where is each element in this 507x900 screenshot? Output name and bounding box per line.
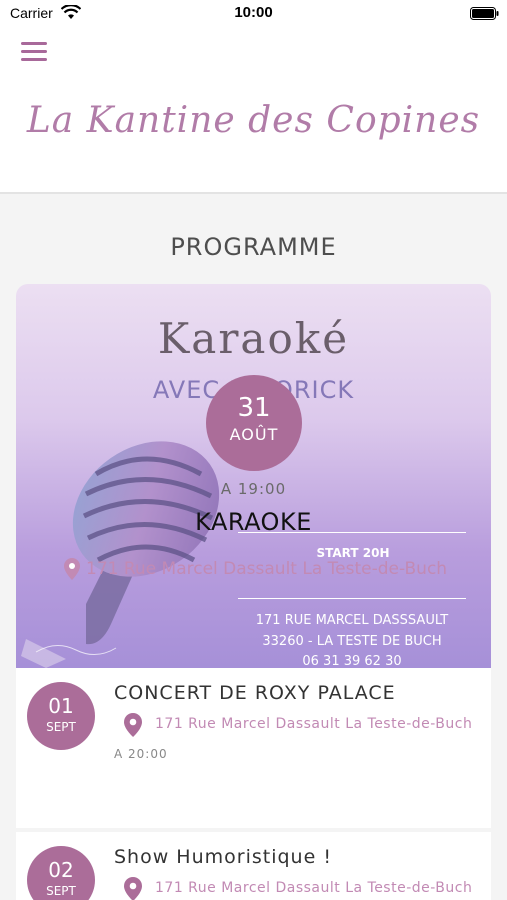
event-location[interactable]: 171 Rue Marcel Dassault La Teste-de-Buch [123,877,483,900]
event-location-text: 171 Rue Marcel Dassault La Teste-de-Buch [155,880,473,896]
event-month: SEPT [46,720,76,734]
app-header: La Kantine des Copines [0,28,507,194]
poster-address-line2: 33260 - LA TESTE DE BUCH [262,634,442,649]
featured-location-text: 171 Rue Marcel Dassault La Teste-de-Buch [86,559,448,579]
featured-location[interactable]: 171 Rue Marcel Dassault La Teste-de-Buch [64,558,491,580]
event-date-badge: 02 SEPT [27,846,95,900]
event-card[interactable]: 01 SEPT CONCERT DE ROXY PALACE 171 Rue M… [16,668,491,828]
poster-address-line1: 171 RUE MARCEL DASSSAULT [255,613,449,628]
brand-logo-text: La Kantine des Copines [26,100,481,141]
event-location-text: 171 Rue Marcel Dassault La Teste-de-Buch [155,716,473,732]
map-pin-icon [124,713,142,737]
status-time: 10:00 [234,4,273,21]
poster-divider [238,598,466,599]
event-card[interactable]: 02 SEPT Show Humoristique ! 171 Rue Marc… [16,832,491,900]
event-title: CONCERT DE ROXY PALACE [114,682,396,704]
poster-title: Karaoké [157,314,350,363]
map-pin-icon [124,877,142,900]
hamburger-menu-icon[interactable] [21,42,47,62]
battery-icon [470,7,499,20]
event-day: 01 [48,694,74,718]
event-time: A 20:00 [114,747,168,761]
event-location[interactable]: 171 Rue Marcel Dassault La Teste-de-Buch [123,713,483,737]
map-pin-icon [64,558,80,580]
poster-phone: 06 31 39 62 30 [302,654,402,668]
status-bar: Carrier 10:00 [0,0,507,28]
poster-divider [238,532,466,533]
featured-time: A 19:00 [220,480,287,498]
event-date-badge: 01 SEPT [27,682,95,750]
section-title: PROGRAMME [170,233,337,261]
featured-month: AOÛT [229,425,279,444]
featured-event-card[interactable]: Karaoké AVEC PATORICK 31 AOÛT A 19:00 KA… [16,284,491,668]
event-day: 02 [48,858,74,882]
event-month: SEPT [46,884,76,898]
event-title: Show Humoristique ! [114,846,332,868]
featured-day: 31 [237,393,271,423]
featured-date-badge: 31 AOÛT [206,375,302,471]
